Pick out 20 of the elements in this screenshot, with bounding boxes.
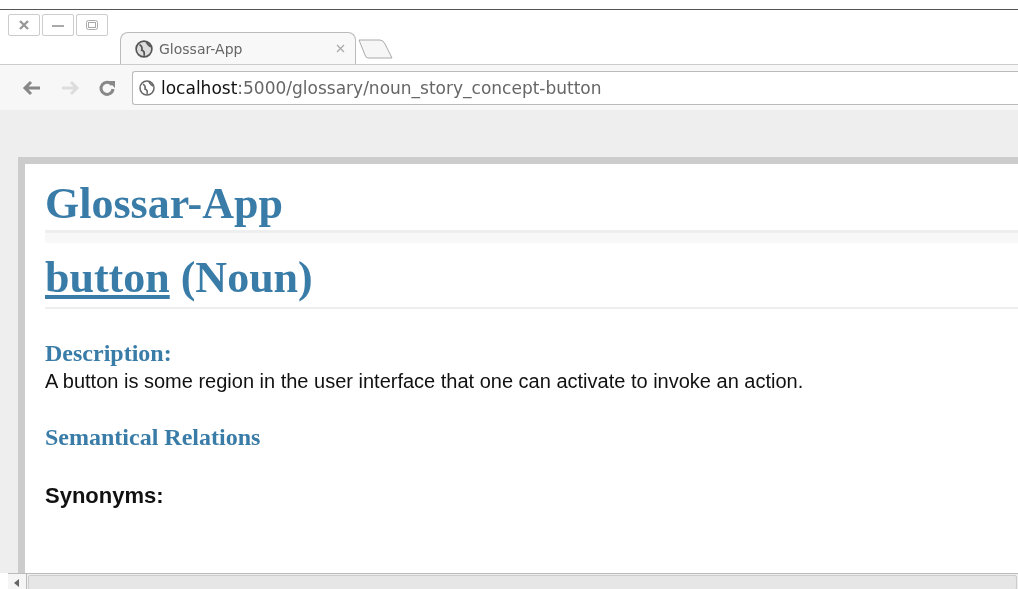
synonyms-label: Synonyms: (45, 483, 165, 509)
close-tab-icon[interactable] (336, 44, 345, 53)
word-class: (Noun) (180, 253, 313, 302)
minimize-icon[interactable] (42, 14, 74, 36)
description-label: Description: (45, 339, 173, 368)
description-text: A button is some region in the user interface that one can activate to invoke an action. (45, 369, 805, 393)
close-icon[interactable] (8, 14, 40, 36)
browser-tab[interactable]: Glossar-App (120, 32, 356, 64)
scrollbar-thumb[interactable] (28, 575, 1017, 589)
scroll-left-icon[interactable] (8, 574, 27, 589)
maximize-icon[interactable] (76, 14, 108, 36)
section-title: Semantical Relations (45, 423, 262, 452)
address-field[interactable]: localhost:5000/glossary/noun_story_concept-button (132, 70, 1018, 105)
back-icon[interactable] (22, 79, 42, 96)
globe-icon (135, 39, 153, 58)
new-tab-icon[interactable] (358, 38, 394, 60)
term-link[interactable]: button (45, 253, 170, 302)
reload-icon[interactable] (98, 78, 116, 97)
forward-icon[interactable] (60, 79, 80, 96)
globe-icon (139, 79, 155, 96)
